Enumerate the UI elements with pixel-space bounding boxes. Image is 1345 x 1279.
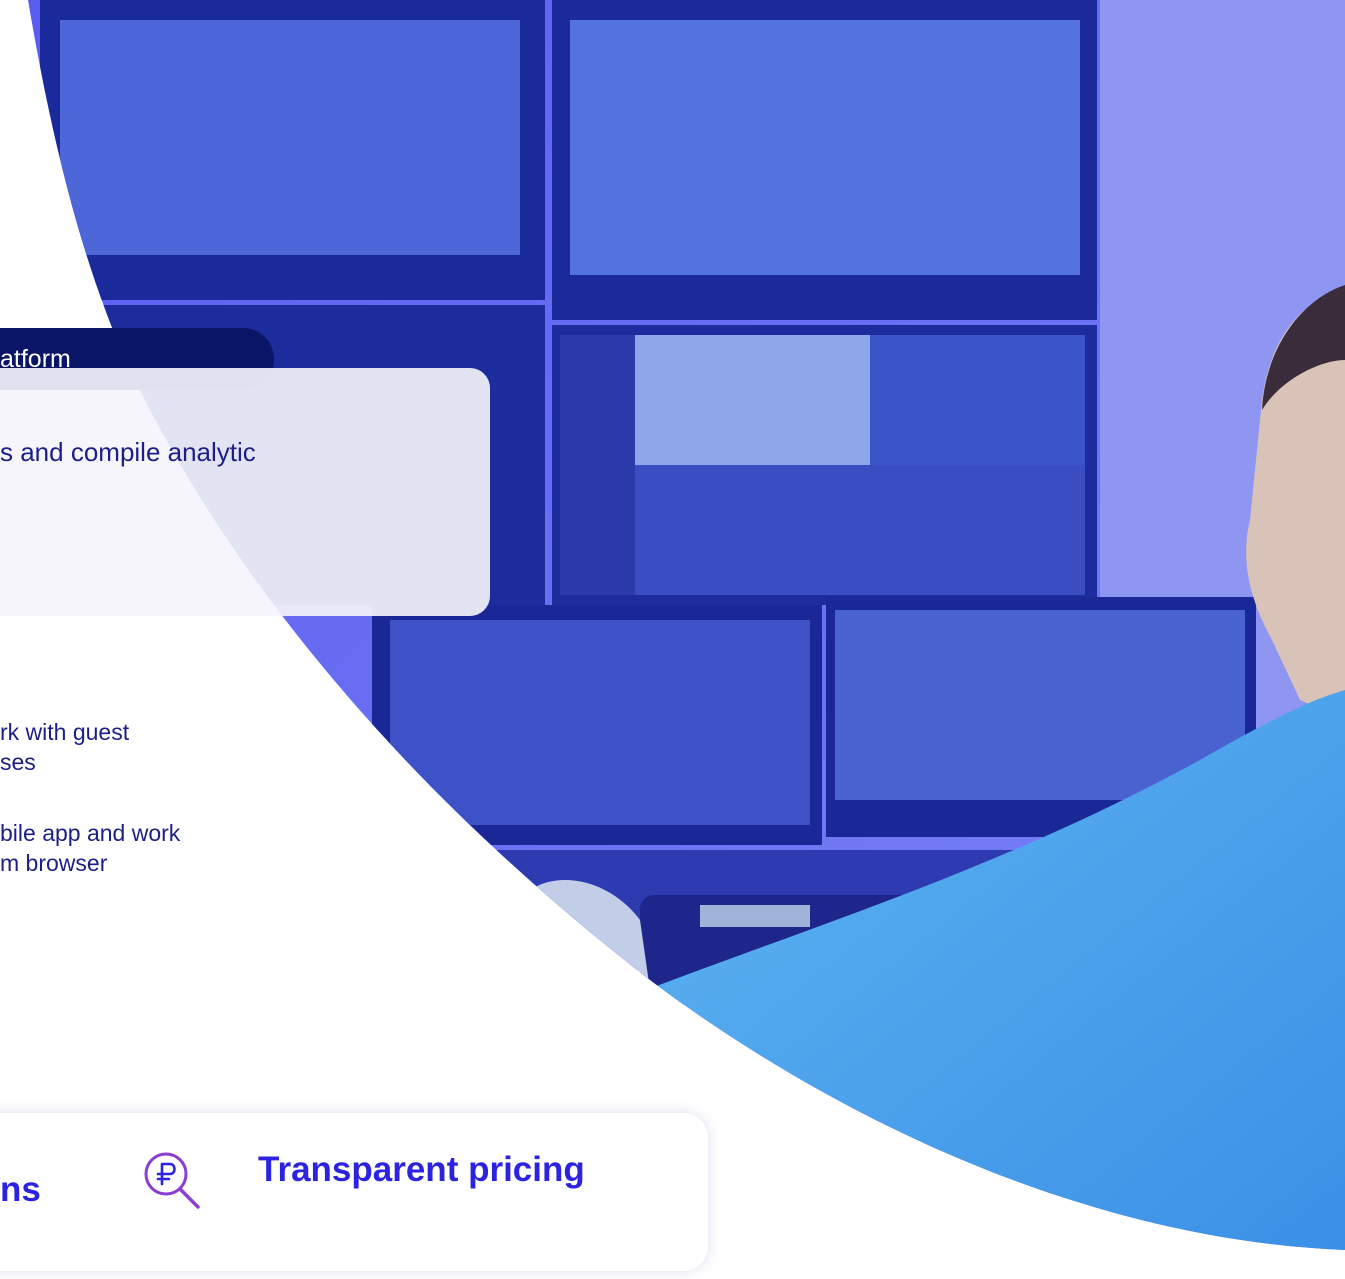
- bullet-line: ses: [0, 749, 36, 775]
- bullet-line: rk with guest: [0, 719, 130, 745]
- bullet-item: rk with guest ses: [0, 717, 129, 777]
- ruble-magnifier-icon: [136, 1144, 212, 1220]
- hero-photo: [0, 0, 1345, 1279]
- bullet-line: m browser: [0, 850, 108, 876]
- advantages-card: [0, 1113, 708, 1271]
- advantage-heading: ns: [0, 1170, 41, 1209]
- pricing-heading: Transparent pricing: [258, 1150, 585, 1189]
- bullet-line: bile app and work: [0, 820, 181, 846]
- bullet-item: bile app and work m browser: [0, 818, 180, 878]
- feature-card-text: s and compile analytic: [0, 437, 256, 467]
- feature-card: [0, 368, 490, 616]
